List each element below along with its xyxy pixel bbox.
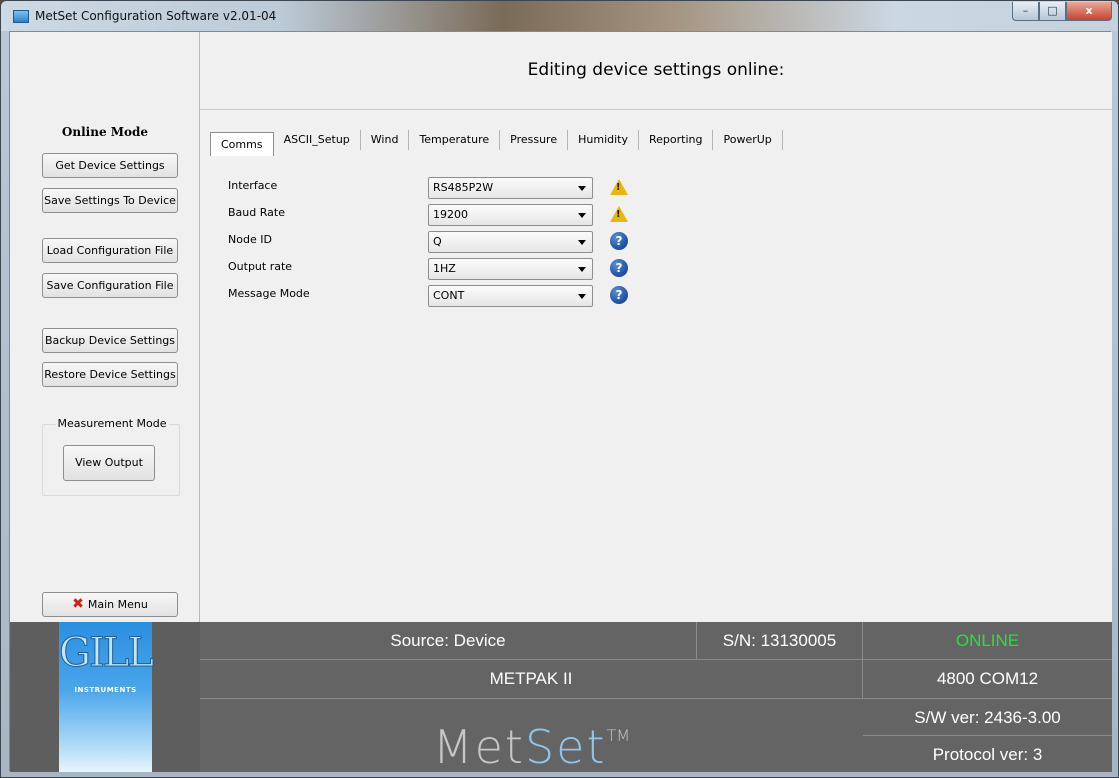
field-row-interface: Interface RS485P2W [228, 177, 648, 199]
chevron-down-icon [578, 267, 586, 272]
load-configuration-file-button[interactable]: Load Configuration File [42, 238, 178, 263]
window-controls: – □ x [1012, 2, 1112, 21]
output-rate-value: 1HZ [433, 262, 456, 275]
main-panel: Editing device settings online: Comms AS… [200, 32, 1112, 622]
tab-reporting[interactable]: Reporting [639, 130, 714, 150]
warning-icon [610, 206, 628, 222]
interface-select[interactable]: RS485P2W [428, 177, 593, 199]
logo-text: GILL [59, 630, 155, 677]
metset-logo: MetSetTM [200, 699, 863, 774]
minimize-button[interactable]: – [1012, 2, 1039, 21]
node-id-value: Q [433, 235, 442, 248]
window-title: MetSet Configuration Software v2.01-04 [35, 9, 277, 23]
page-title: Editing device settings online: [527, 60, 785, 80]
source-status: Source: Device [200, 622, 697, 660]
help-icon[interactable]: ? [610, 232, 628, 250]
gill-logo: GILL INSTRUMENTS [59, 622, 155, 772]
online-mode-heading: Online Mode [61, 125, 149, 139]
main-menu-label: Main Menu [87, 598, 148, 611]
app-window: MetSet Configuration Software v2.01-04 –… [0, 0, 1119, 778]
message-mode-label: Message Mode [228, 287, 310, 300]
protocol-version: Protocol ver: 3 [932, 745, 1043, 764]
client-area: Online Mode Get Device Settings Save Set… [9, 31, 1112, 774]
chevron-down-icon [578, 240, 586, 245]
tab-temperature[interactable]: Temperature [409, 130, 501, 150]
output-rate-select[interactable]: 1HZ [428, 258, 593, 280]
measurement-mode-label: Measurement Mode [55, 417, 169, 430]
chevron-down-icon [578, 213, 586, 218]
status-panel: GILL INSTRUMENTS Source: Device S/N: 131… [10, 622, 1112, 774]
software-version: S/W ver: 2436-3.00 [863, 699, 1112, 736]
main-menu-button[interactable]: ✖ Main Menu [42, 592, 178, 617]
connection-status: ONLINE [863, 622, 1112, 660]
node-id-label: Node ID [228, 233, 272, 246]
brand-met: Met [432, 720, 525, 774]
message-mode-value: CONT [433, 289, 465, 302]
help-icon[interactable]: ? [610, 259, 628, 277]
restore-device-settings-button[interactable]: Restore Device Settings [42, 362, 178, 387]
message-mode-select[interactable]: CONT [428, 285, 593, 307]
field-row-baud-rate: Baud Rate 19200 [228, 204, 648, 226]
tab-wind[interactable]: Wind [361, 130, 410, 150]
help-icon[interactable]: ? [610, 286, 628, 304]
measurement-mode-group: Measurement Mode View Output [42, 417, 180, 496]
tab-humidity[interactable]: Humidity [568, 130, 639, 150]
brand-set: Set [524, 720, 607, 774]
chevron-down-icon [578, 186, 586, 191]
comms-panel: Interface RS485P2W Baud Rate 19200 Node … [210, 157, 1100, 617]
brand-tm: TM [606, 726, 631, 745]
baud-rate-label: Baud Rate [228, 206, 285, 219]
tab-pressure[interactable]: Pressure [500, 130, 569, 150]
tab-bar: Comms ASCII_Setup Wind Temperature Press… [210, 130, 783, 156]
device-name: METPAK II [200, 660, 863, 699]
field-row-output-rate: Output rate 1HZ ? [228, 258, 648, 280]
logo-subtitle: INSTRUMENTS [74, 686, 137, 694]
baud-rate-value: 19200 [433, 208, 468, 221]
field-row-message-mode: Message Mode CONT ? [228, 285, 648, 307]
tab-comms[interactable]: Comms [210, 132, 274, 156]
interface-label: Interface [228, 179, 278, 192]
backup-device-settings-button[interactable]: Backup Device Settings [42, 328, 178, 353]
app-icon [13, 10, 29, 23]
maximize-button[interactable]: □ [1039, 2, 1066, 21]
interface-value: RS485P2W [433, 181, 494, 194]
close-button[interactable]: x [1066, 2, 1112, 21]
view-output-button[interactable]: View Output [63, 445, 155, 481]
title-bar[interactable]: MetSet Configuration Software v2.01-04 –… [1, 1, 1118, 31]
get-device-settings-button[interactable]: Get Device Settings [42, 153, 178, 178]
save-configuration-file-button[interactable]: Save Configuration File [42, 273, 178, 298]
warning-icon [610, 179, 628, 195]
tab-ascii-setup[interactable]: ASCII_Setup [274, 130, 361, 150]
save-settings-to-device-button[interactable]: Save Settings To Device [42, 188, 178, 213]
baud-rate-select[interactable]: 19200 [428, 204, 593, 226]
serial-number: S/N: 13130005 [697, 622, 863, 660]
port-info: 4800 COM12 [863, 660, 1112, 699]
chevron-down-icon [578, 294, 586, 299]
output-rate-label: Output rate [228, 260, 293, 273]
node-id-select[interactable]: Q [428, 231, 593, 253]
logo-area: GILL INSTRUMENTS [10, 622, 200, 772]
sidebar: Online Mode Get Device Settings Save Set… [10, 32, 200, 622]
divider [200, 109, 1112, 110]
field-row-node-id: Node ID Q ? [228, 231, 648, 253]
red-x-icon: ✖ [72, 596, 84, 612]
tab-powerup[interactable]: PowerUp [713, 130, 783, 150]
